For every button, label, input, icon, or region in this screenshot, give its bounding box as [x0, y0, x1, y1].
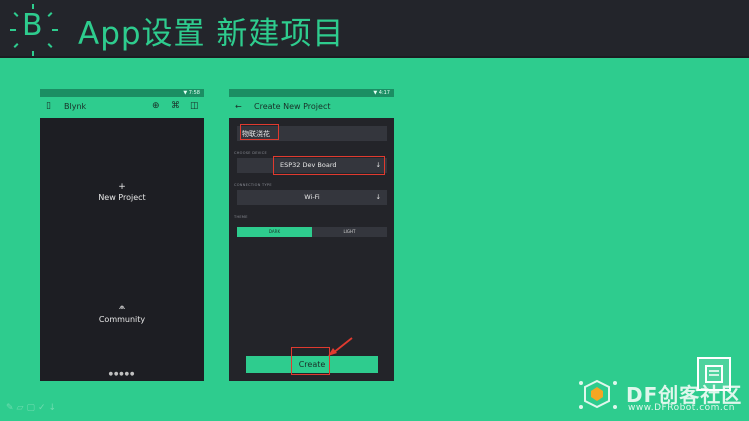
choose-device-label: CHOOSE DEVICE	[234, 151, 268, 155]
theme-light-tab[interactable]: LIGHT	[312, 227, 387, 237]
status-bar: ▼ 7:58	[40, 89, 204, 97]
highlight-project-name	[240, 124, 279, 140]
watermark-url: www.DFRobot.com.cn	[628, 403, 735, 413]
pointer-arrow	[328, 337, 353, 356]
connection-select[interactable]: Wi-Fi ↓	[237, 190, 387, 205]
phone-screen-create-project: ▼ 4:17 ← Create New Project 物联浇花 CHOOSE …	[229, 89, 394, 381]
highlight-device	[273, 156, 385, 175]
new-project-plus-icon[interactable]: +	[40, 182, 204, 192]
menu-icon[interactable]: ▯	[46, 101, 51, 111]
page-indicator: ●●●●●	[108, 371, 136, 377]
back-arrow-icon[interactable]: ←	[235, 102, 242, 111]
eraser-icon[interactable]: ▱	[17, 403, 27, 413]
screen-title: Create New Project	[254, 102, 331, 111]
info-icon[interactable]: ◫	[190, 101, 199, 111]
connection-type-label: CONNECTION TYPE	[234, 183, 272, 187]
community-button[interactable]: Community	[40, 315, 204, 324]
blynk-logo: B	[10, 4, 58, 56]
add-circle-icon[interactable]: ⊕	[152, 101, 160, 111]
app-title: Blynk	[64, 102, 87, 111]
logo-letter: B	[22, 8, 43, 43]
app-bar: ▯ Blynk ⊕ ⌘ ◫	[40, 97, 204, 118]
community-icon[interactable]: ⩕	[40, 302, 204, 312]
chevron-down-icon: ↓	[375, 193, 381, 201]
qr-icon[interactable]: ⌘	[171, 101, 180, 111]
dfrobot-logo-icon	[579, 379, 617, 409]
status-bar: ▼ 4:17	[229, 89, 394, 97]
page-title: App设置 新建项目	[78, 16, 345, 52]
arrow-icon[interactable]: ↓	[49, 403, 60, 413]
slides-icon[interactable]: ▢	[26, 403, 38, 413]
pen-icon[interactable]: ✎	[6, 403, 17, 413]
status-time: ▼ 4:17	[373, 90, 390, 96]
phone-screen-home: ▼ 7:58 ▯ Blynk ⊕ ⌘ ◫ + New Project ⩕ Com…	[40, 89, 204, 381]
status-time: ▼ 7:58	[183, 90, 200, 96]
connection-value: Wi-Fi	[304, 193, 320, 201]
theme-label: THEME	[234, 215, 248, 219]
app-bar: ← Create New Project	[229, 97, 394, 118]
theme-dark-tab[interactable]: DARK	[237, 227, 312, 237]
presenter-toolbar: ✎▱▢✓↓	[6, 403, 59, 413]
check-icon[interactable]: ✓	[38, 403, 49, 413]
chip-icon	[697, 357, 731, 391]
new-project-button[interactable]: New Project	[40, 193, 204, 202]
slide-header: B App设置 新建项目	[0, 0, 749, 58]
